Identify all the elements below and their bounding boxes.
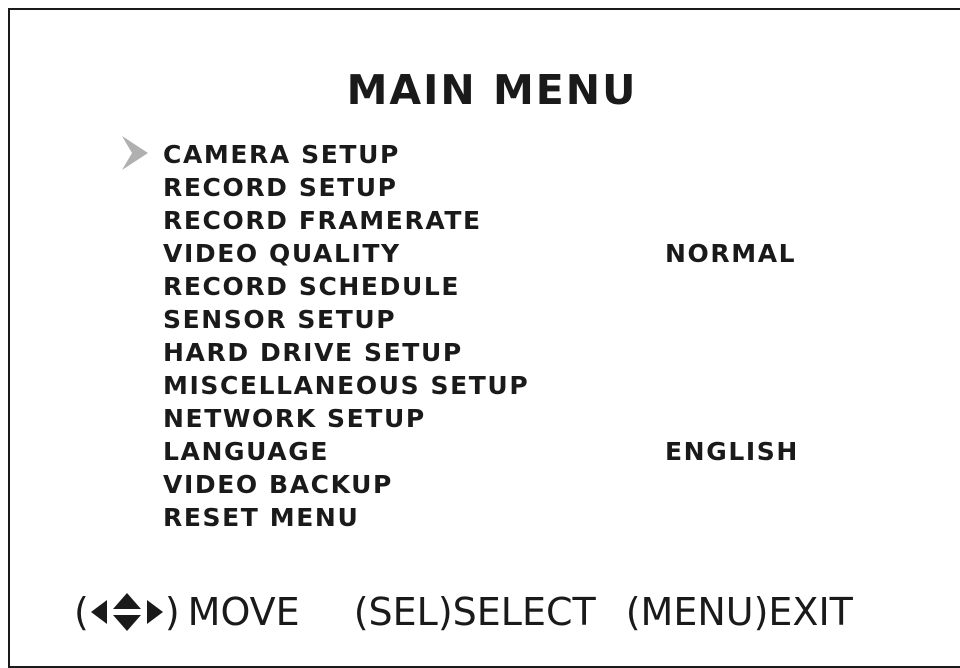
hint-move-open: (	[74, 590, 89, 634]
menu-item-label: NETWORK SETUP	[163, 404, 426, 433]
main-menu-list: CAMERA SETUP RECORD SETUP RECORD FRAMERA…	[163, 140, 823, 536]
hint-move-label: MOVE	[187, 590, 300, 634]
menu-item-label: RESET MENU	[163, 503, 360, 532]
hint-move: ( ) MOVE	[74, 590, 300, 634]
hint-exit-key: (MENU)	[625, 590, 769, 634]
menu-item-record-schedule[interactable]: RECORD SCHEDULE	[163, 272, 823, 305]
menu-item-reset-menu[interactable]: RESET MENU	[163, 503, 823, 536]
menu-item-sensor-setup[interactable]: SENSOR SETUP	[163, 305, 823, 338]
menu-item-label: RECORD SCHEDULE	[163, 272, 461, 301]
chevron-right-icon	[122, 136, 148, 170]
language-value: ENGLISH	[665, 437, 799, 466]
hint-select-key: (SEL)	[353, 590, 453, 634]
hint-select-label: SELECT	[452, 590, 596, 634]
menu-item-label: RECORD SETUP	[163, 173, 398, 202]
four-way-arrows-icon	[90, 593, 163, 631]
menu-item-camera-setup[interactable]: CAMERA SETUP	[163, 140, 823, 173]
osd-screen: MAIN MENU CAMERA SETUP RECORD SETUP RECO…	[0, 0, 960, 668]
menu-item-video-quality[interactable]: VIDEO QUALITY NORMAL	[163, 239, 823, 272]
menu-item-miscellaneous-setup[interactable]: MISCELLANEOUS SETUP	[163, 371, 823, 404]
menu-item-video-backup[interactable]: VIDEO BACKUP	[163, 470, 823, 503]
hint-exit-label: EXIT	[768, 590, 853, 634]
menu-item-language[interactable]: LANGUAGE ENGLISH	[163, 437, 823, 470]
menu-item-label: VIDEO QUALITY	[163, 239, 401, 268]
menu-item-record-setup[interactable]: RECORD SETUP	[163, 173, 823, 206]
menu-item-label: RECORD FRAMERATE	[163, 206, 482, 235]
key-hints-bar: ( ) MOVE (SEL) SELECT (MENU) EXIT	[74, 588, 853, 636]
menu-item-label: SENSOR SETUP	[163, 305, 397, 334]
menu-item-network-setup[interactable]: NETWORK SETUP	[163, 404, 823, 437]
menu-item-label: CAMERA SETUP	[163, 140, 400, 169]
hint-select: (SEL) SELECT	[354, 590, 596, 634]
hint-exit: (MENU) EXIT	[626, 590, 853, 634]
menu-item-hard-drive-setup[interactable]: HARD DRIVE SETUP	[163, 338, 823, 371]
menu-item-label: MISCELLANEOUS SETUP	[163, 371, 530, 400]
hint-move-close: )	[164, 590, 180, 634]
menu-item-record-framerate[interactable]: RECORD FRAMERATE	[163, 206, 823, 239]
menu-item-label: LANGUAGE	[163, 437, 329, 466]
video-quality-value: NORMAL	[665, 239, 797, 268]
menu-item-label: HARD DRIVE SETUP	[163, 338, 463, 367]
menu-item-label: VIDEO BACKUP	[163, 470, 393, 499]
page-title: MAIN MENU	[346, 66, 638, 114]
